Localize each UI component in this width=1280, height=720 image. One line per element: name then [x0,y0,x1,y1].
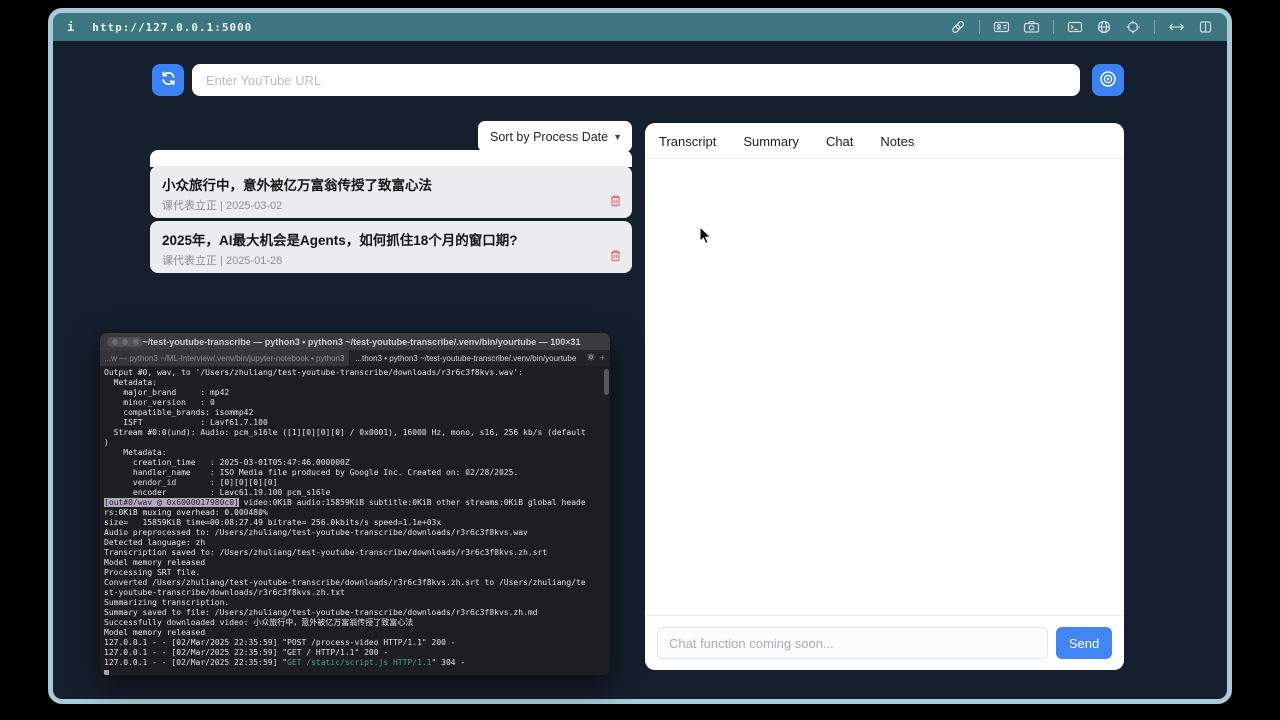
video-title: 2025年，AI最大机会是Agents，如何抓住18个月的窗口期? [162,233,518,248]
terminal-output[interactable]: Output #0, wav, to '/Users/zhuliang/test… [100,366,610,675]
terminal-line: 127.0.0.1 - - [02/Mar/2025 22:35:59] "PO… [104,638,456,647]
terminal-tab-tools: + [581,350,610,366]
terminal-line: Processing SRT file. [104,568,201,577]
terminal-line: Converted /Users/zhuliang/test-youtube-t… [104,578,586,587]
crosshair-icon[interactable] [1125,19,1141,35]
tab-summary[interactable]: Summary [743,134,799,149]
video-title: 小众旅行中，意外被亿万富翁传授了致富心法 [162,178,432,193]
terminal-line: Model memory released [104,628,206,637]
terminal-line: vendor_id : [0][0][0][0] [104,478,278,487]
terminal-tab-jupyter[interactable]: ...w — python3 ~/ML-Interview/.venv/bin/… [100,350,350,366]
panel-tabs: Transcript Summary Chat Notes [645,123,1124,159]
terminal-line: Transcription saved to: /Users/zhuliang/… [104,548,548,557]
refresh-icon [160,70,177,90]
toolbar-divider [1154,20,1155,34]
camera-icon[interactable] [1023,19,1040,35]
terminal-line: Stream #0:0(und): Audio: pcm_s16le ([1][… [104,428,586,437]
gear-icon[interactable] [587,353,595,363]
terminal-line: ISFT : Lavf61.7.100 [104,418,268,427]
terminal-tab-yourtube[interactable]: ...thon3 • python3 ~/test-youtube-transc… [349,350,582,366]
info-icon[interactable]: i [67,20,74,34]
tab-chat[interactable]: Chat [826,134,853,149]
terminal-line: 127.0.0.1 - - [02/Mar/2025 22:35:59] "GE… [104,648,389,657]
terminal-line: ) [104,438,109,447]
terminal-line: Summarizing transcription. [104,598,230,607]
send-button[interactable]: Send [1056,627,1112,659]
link-icon[interactable] [950,19,966,35]
toolbar-divider [1053,20,1054,34]
terminal-line: Detected language: zh [104,538,206,547]
list-item-partial [150,150,632,167]
video-list-item[interactable]: 小众旅行中，意外被亿万富翁传授了致富心法 课代表立正 | 2025-03-02 [150,166,632,218]
refresh-button[interactable] [152,64,184,96]
delete-trash-icon[interactable] [609,194,622,207]
terminal-line: creation_time : 2025-03-01T05:47:46.0000… [104,458,350,467]
tab-transcript[interactable]: Transcript [659,134,716,149]
terminal-line: handler_name : ISO Media file produced b… [104,468,519,477]
sort-dropdown[interactable]: Sort by Process Date ▼ [478,121,632,152]
terminal-line [104,668,606,675]
terminal-line: Metadata: [104,378,157,387]
terminal-line: Summary saved to file: /Users/zhuliang/t… [104,608,538,617]
terminal-line: compatible_brands: isommp42 [104,408,254,417]
terminal-line: Metadata: [104,448,167,457]
id-card-icon[interactable] [993,19,1010,35]
chat-input[interactable] [657,627,1048,659]
terminal-line: [out#0/wav @ 0x6000017980c0] video:0KiB … [104,498,586,507]
split-pane-icon[interactable] [1198,19,1213,35]
terminal-window[interactable]: ~/test-youtube-transcribe — python3 • py… [100,333,610,675]
terminal-title: ~/test-youtube-transcribe — python3 • py… [100,337,610,347]
video-meta: 课代表立正 | 2025-01-26 [162,255,283,267]
terminal-tabbar: ...w — python3 ~/ML-Interview/.venv/bin/… [100,350,610,366]
browser-toolbar [950,19,1213,35]
terminal-line: st-youtube-transcribe/downloads/r3r6c3f8… [104,588,345,597]
window-traffic-lights[interactable] [107,336,143,347]
terminal-line: encoder : Lavc61.19.100 pcm_s16le [104,488,331,497]
chevron-down-icon: ▼ [613,131,622,142]
toolbar-divider [979,20,980,34]
browser-topbar: i http://127.0.0.1:5000 [53,13,1227,41]
address-url[interactable]: http://127.0.0.1:5000 [92,21,252,34]
terminal-line: 127.0.0.1 - - [02/Mar/2025 22:35:59] "GE… [104,658,466,667]
process-video-button[interactable] [1092,64,1124,96]
video-meta: 课代表立正 | 2025-03-02 [162,200,283,212]
terminal-line: Output #0, wav, to '/Users/zhuliang/test… [104,368,524,377]
new-tab-button[interactable]: + [600,353,605,363]
youtube-url-input[interactable] [192,64,1080,96]
terminal-scrollbar[interactable] [604,369,609,395]
screen: i http://127.0.0.1:5000 Sort by P [0,0,1280,720]
resize-horizontal-icon[interactable] [1168,19,1185,35]
result-panel: Transcript Summary Chat Notes Send [645,123,1124,670]
terminal-line: major_brand : mp42 [104,388,230,397]
terminal-window-icon[interactable] [1067,19,1083,35]
globe-icon[interactable] [1096,19,1112,35]
tab-notes[interactable]: Notes [880,134,914,149]
play-circle-icon [1099,70,1117,91]
video-list-item[interactable]: 2025年，AI最大机会是Agents，如何抓住18个月的窗口期? 课代表立正 |… [150,221,632,273]
chat-footer: Send [645,615,1124,670]
terminal-line: Successfully downloaded video: 小众旅行中，意外被… [104,618,414,627]
terminal-line: size= 15859KiB time=00:08:27.49 bitrate=… [104,518,442,527]
terminal-titlebar[interactable]: ~/test-youtube-transcribe — python3 • py… [100,333,610,350]
terminal-line: rs:0KiB muxing overhead: 0.000480% [104,508,268,517]
terminal-line: minor_version : 0 [104,398,215,407]
terminal-line: Audio preprocessed to: /Users/zhuliang/t… [104,528,528,537]
terminal-line: Model memory released [104,558,206,567]
delete-trash-icon[interactable] [609,249,622,262]
sort-dropdown-label: Sort by Process Date [490,129,609,144]
